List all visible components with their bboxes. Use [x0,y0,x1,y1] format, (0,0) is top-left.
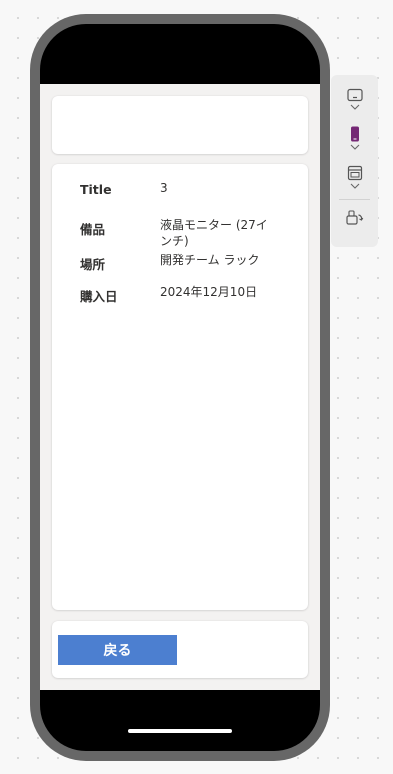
phone-frame: Title 3 備品 液晶モニター (27インチ) 場所 開発チーム ラック 購… [30,14,330,761]
device-toolbar [331,75,378,247]
tablet-landscape-button[interactable] [341,88,369,110]
rotate-device-button[interactable] [341,210,369,226]
phone-portrait-button[interactable] [341,126,369,150]
detail-form-card: Title 3 備品 液晶モニター (27インチ) 場所 開発チーム ラック 購… [52,164,308,610]
field-equipment-label: 備品 [80,222,106,237]
field-purchase-date-value: 2024年12月10日 [160,285,258,299]
header-card [52,96,308,154]
device-rotate-icon [346,210,364,225]
chevron-down-icon[interactable] [350,183,360,189]
field-title-label: Title [80,182,112,197]
field-purchase-date-label: 購入日 [80,289,118,304]
chevron-down-icon[interactable] [350,144,360,150]
layout-icon [347,165,363,181]
chevron-down-icon[interactable] [350,104,360,110]
phone-portrait-icon [351,126,359,142]
layout-button[interactable] [341,165,369,189]
home-indicator [128,729,232,733]
field-location-label: 場所 [80,257,106,272]
field-title-value: 3 [160,181,168,195]
phone-screen-bezel: Title 3 備品 液晶モニター (27インチ) 場所 開発チーム ラック 購… [40,24,320,751]
app-screen: Title 3 備品 液晶モニター (27インチ) 場所 開発チーム ラック 購… [40,84,320,690]
field-location-value: 開発チーム ラック [160,253,260,267]
footer-card: 戻る [52,621,308,678]
back-button[interactable]: 戻る [58,635,177,665]
toolbar-divider [339,199,370,200]
tablet-landscape-icon [347,88,363,102]
field-equipment-value: 液晶モニター (27インチ) [160,218,268,248]
